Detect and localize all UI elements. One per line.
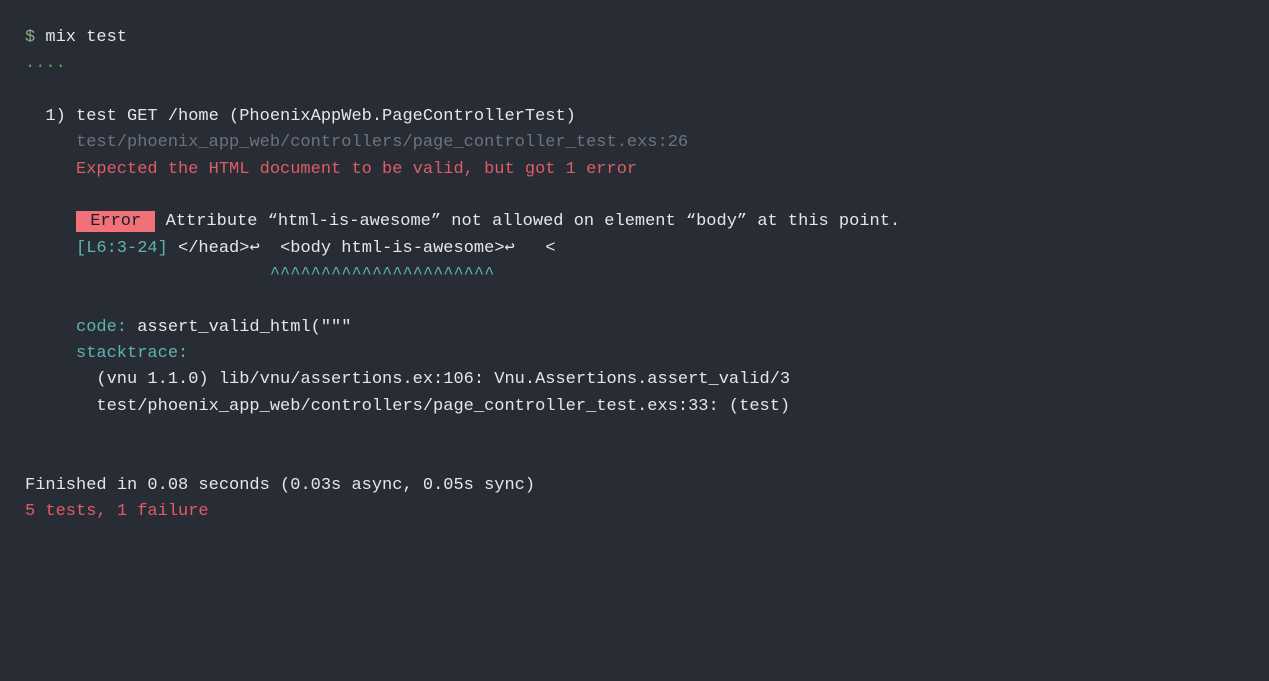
code-snippet: </head>↩ <body html-is-awesome>↩ < bbox=[168, 239, 556, 258]
terminal-output: $ mix test .... 1) test GET /home (Phoen… bbox=[25, 25, 1244, 526]
prompt-symbol: $ bbox=[25, 28, 35, 47]
command: mix test bbox=[45, 28, 127, 47]
location-marker: [L6:3-24] bbox=[76, 239, 168, 258]
test-dots: .... bbox=[25, 51, 1244, 77]
error-message: Attribute “html-is-awesome” not allowed … bbox=[155, 212, 900, 231]
stacktrace-line-1: (vnu 1.1.0) lib/vnu/assertions.ex:106: V… bbox=[96, 367, 1244, 393]
prompt-line: $ mix test bbox=[25, 25, 1244, 51]
test-file-location: test/phoenix_app_web/controllers/page_co… bbox=[76, 130, 1244, 156]
failure-number: 1) bbox=[45, 107, 65, 126]
blank-line bbox=[25, 447, 1244, 473]
blank-line bbox=[25, 78, 1244, 104]
expected-message: Expected the HTML document to be valid, … bbox=[76, 157, 1244, 183]
caret-line: ^^^^^^^^^^^^^^^^^^^^^^ bbox=[76, 262, 1244, 288]
code-label: code: bbox=[76, 318, 127, 337]
blank-line bbox=[25, 183, 1244, 209]
stacktrace-line-2: test/phoenix_app_web/controllers/page_co… bbox=[96, 394, 1244, 420]
code-value: assert_valid_html(""" bbox=[127, 318, 351, 337]
finished-line: Finished in 0.08 seconds (0.03s async, 0… bbox=[25, 473, 1244, 499]
stacktrace-label: stacktrace: bbox=[76, 341, 1244, 367]
caret-underline: ^^^^^^^^^^^^^^^^^^^^^^ bbox=[270, 265, 494, 284]
blank-line bbox=[25, 420, 1244, 446]
snippet-line: [L6:3-24] </head>↩ <body html-is-awesome… bbox=[76, 236, 1244, 262]
error-badge: Error bbox=[76, 211, 155, 232]
command-text bbox=[35, 28, 45, 47]
failure-title: test GET /home (PhoenixAppWeb.PageContro… bbox=[76, 107, 576, 126]
error-line: Error Attribute “html-is-awesome” not al… bbox=[76, 209, 1244, 235]
blank-line bbox=[25, 288, 1244, 314]
caret-padding bbox=[76, 265, 270, 284]
summary-line: 5 tests, 1 failure bbox=[25, 499, 1244, 525]
code-line: code: assert_valid_html(""" bbox=[76, 315, 1244, 341]
failure-header: 1) test GET /home (PhoenixAppWeb.PageCon… bbox=[45, 104, 1244, 130]
